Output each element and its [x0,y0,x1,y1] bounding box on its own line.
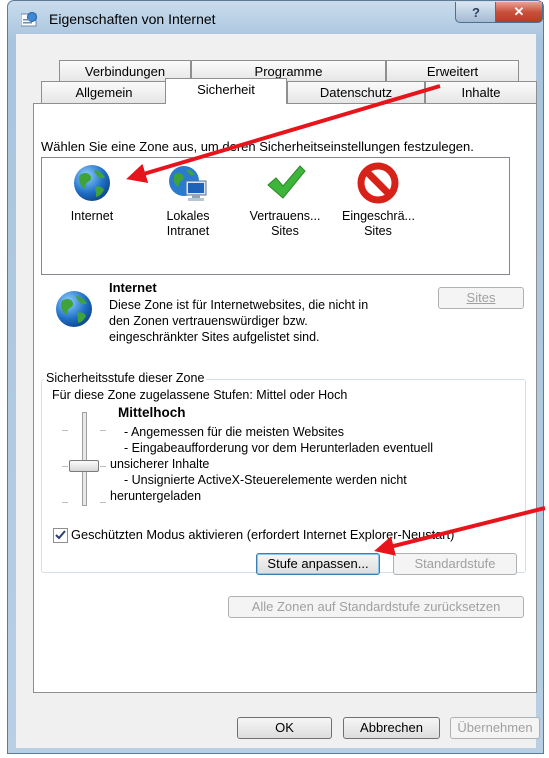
annotation-arrow [374,506,546,556]
annotation-arrows [126,84,546,556]
tab-sicherheit[interactable]: Sicherheit [165,78,287,104]
